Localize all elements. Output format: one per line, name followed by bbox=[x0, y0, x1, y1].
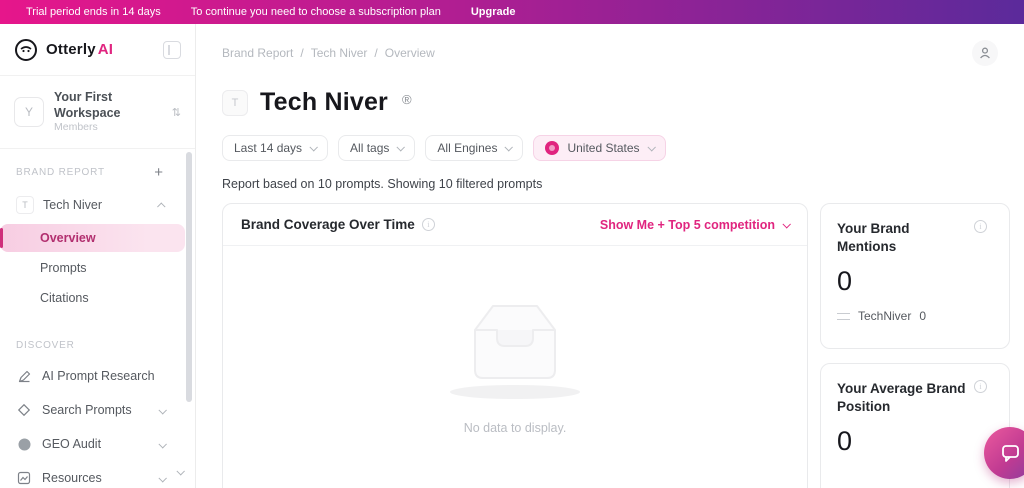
workspace-name: Your First Workspace bbox=[54, 90, 121, 120]
brand-suffix: AI bbox=[97, 41, 114, 58]
breadcrumb-brand-report[interactable]: Brand Report bbox=[222, 46, 293, 60]
title-row: T Tech Niver ® bbox=[196, 66, 1024, 117]
chevron-down-icon bbox=[309, 143, 318, 152]
main-content: Brand Report / Tech Niver / Overview T T… bbox=[196, 24, 1024, 488]
breadcrumb-overview[interactable]: Overview bbox=[385, 46, 435, 60]
tools-section-label: Discover bbox=[16, 340, 75, 352]
breadcrumb-separator: / bbox=[300, 46, 304, 60]
sidebar-item-resources[interactable]: Resources bbox=[0, 461, 195, 488]
sidebar-item-report[interactable]: T Tech Niver bbox=[0, 188, 195, 222]
engines-filter[interactable]: All Engines bbox=[425, 135, 524, 161]
sidebar-item-geo-audit[interactable]: GEO Audit bbox=[0, 427, 195, 461]
chevron-up-icon bbox=[157, 202, 166, 212]
sidebar-item-prompts[interactable]: Prompts bbox=[0, 254, 185, 282]
chevron-down-icon bbox=[396, 143, 406, 152]
breadcrumb: Brand Report / Tech Niver / Overview bbox=[222, 46, 435, 60]
chevron-down-icon bbox=[158, 406, 167, 415]
sidebar-scrollbar[interactable] bbox=[186, 152, 192, 402]
region-icon bbox=[545, 141, 560, 155]
chat-icon bbox=[1002, 445, 1019, 462]
brand-mentions-title: Your Brand Mentions bbox=[837, 221, 910, 255]
chevron-down-icon bbox=[158, 440, 167, 449]
resources-icon bbox=[16, 470, 32, 486]
subscription-text: To continue you need to choose a subscri… bbox=[190, 6, 441, 18]
user-menu-button[interactable] bbox=[972, 40, 998, 66]
avg-position-card: Your Average Brand Position i 0 bbox=[820, 363, 1010, 488]
legend-label: TechNiver bbox=[858, 309, 912, 324]
avg-position-value: 0 bbox=[837, 426, 853, 457]
brand-name: Otterly AI bbox=[46, 41, 114, 58]
add-report-button[interactable]: + bbox=[154, 165, 163, 180]
topbar: Brand Report / Tech Niver / Overview bbox=[196, 24, 1024, 66]
sidebar-item-search-prompts[interactable]: Search Prompts bbox=[0, 393, 195, 427]
chevron-down-icon bbox=[782, 219, 791, 229]
brand-mentions-value: 0 bbox=[837, 266, 853, 297]
globe-icon bbox=[16, 436, 32, 452]
report-avatar: T bbox=[16, 196, 34, 215]
stats-column: Your Brand Mentions i 0 TechNiver 0 Your… bbox=[820, 203, 1010, 488]
chevron-down-icon bbox=[158, 474, 167, 483]
info-icon[interactable]: i bbox=[421, 218, 435, 231]
app-window: Trial period ends in 14 days To continue… bbox=[0, 0, 1024, 488]
trial-banner: Trial period ends in 14 days To continue… bbox=[0, 0, 1024, 24]
user-icon bbox=[980, 47, 990, 59]
sidebar-item-ai-prompt-research[interactable]: AI Prompt Research bbox=[0, 359, 195, 393]
report-info-text: Report based on 10 prompts. Showing 10 f… bbox=[222, 177, 543, 191]
legend-dash-icon bbox=[837, 312, 850, 320]
sidebar-collapse-icon[interactable] bbox=[163, 40, 181, 59]
workspace-avatar: Y bbox=[14, 97, 44, 128]
brand-mentions-legend: TechNiver 0 bbox=[837, 309, 993, 323]
workspace-sort-icon: ⇅ bbox=[171, 106, 181, 119]
trial-text: Trial period ends in 14 days bbox=[26, 6, 161, 18]
report-title-avatar: T bbox=[222, 89, 248, 116]
empty-message: No data to display. bbox=[463, 421, 567, 435]
info-icon[interactable]: i bbox=[974, 380, 987, 393]
region-filter[interactable]: United States bbox=[533, 135, 666, 161]
empty-tray-icon bbox=[474, 305, 556, 379]
breadcrumb-separator: / bbox=[374, 46, 378, 60]
brand-mentions-card: Your Brand Mentions i 0 TechNiver 0 bbox=[820, 203, 1010, 349]
competitors-dropdown[interactable]: Show Me + Top 5 competition bbox=[600, 218, 791, 232]
page-title: Tech Niver bbox=[260, 88, 388, 116]
filter-bar: Last 14 days All tags All Engines United… bbox=[196, 117, 1024, 161]
chevron-down-icon bbox=[504, 143, 514, 152]
chevron-down-icon bbox=[646, 143, 656, 152]
workspace-selector[interactable]: Y Your First Workspace Members ⇅ bbox=[0, 76, 195, 150]
otter-logo-icon bbox=[14, 38, 38, 62]
sidebar-item-citations[interactable]: Citations bbox=[0, 284, 185, 312]
date-range-filter[interactable]: Last 14 days bbox=[222, 135, 329, 161]
sidebar-item-overview[interactable]: Overview bbox=[0, 224, 185, 253]
sidebar-expand-icon[interactable] bbox=[176, 462, 185, 480]
logo-row: Otterly AI bbox=[0, 24, 195, 76]
upgrade-link[interactable]: Upgrade bbox=[471, 6, 516, 18]
info-icon[interactable]: i bbox=[974, 220, 987, 233]
chart-empty-state: No data to display. bbox=[223, 292, 807, 435]
prompt-research-icon bbox=[16, 368, 32, 384]
diamond-icon bbox=[16, 402, 32, 418]
workspace-subtitle: Members bbox=[54, 121, 98, 134]
legend-value: 0 bbox=[919, 309, 927, 324]
tags-filter[interactable]: All tags bbox=[338, 135, 416, 161]
coverage-card-title: Brand Coverage Over Time bbox=[241, 217, 415, 232]
breadcrumb-report-name[interactable]: Tech Niver bbox=[311, 46, 368, 60]
sidebar: Otterly AI Y Your First Workspace Members… bbox=[0, 24, 196, 488]
brand-coverage-card: Brand Coverage Over Time i Show Me + Top… bbox=[222, 203, 808, 488]
report-name: Tech Niver bbox=[43, 198, 103, 213]
reports-section-label: Brand Report bbox=[16, 167, 105, 179]
registered-mark: ® bbox=[401, 92, 412, 107]
avg-position-title: Your Average Brand Position bbox=[837, 381, 966, 415]
